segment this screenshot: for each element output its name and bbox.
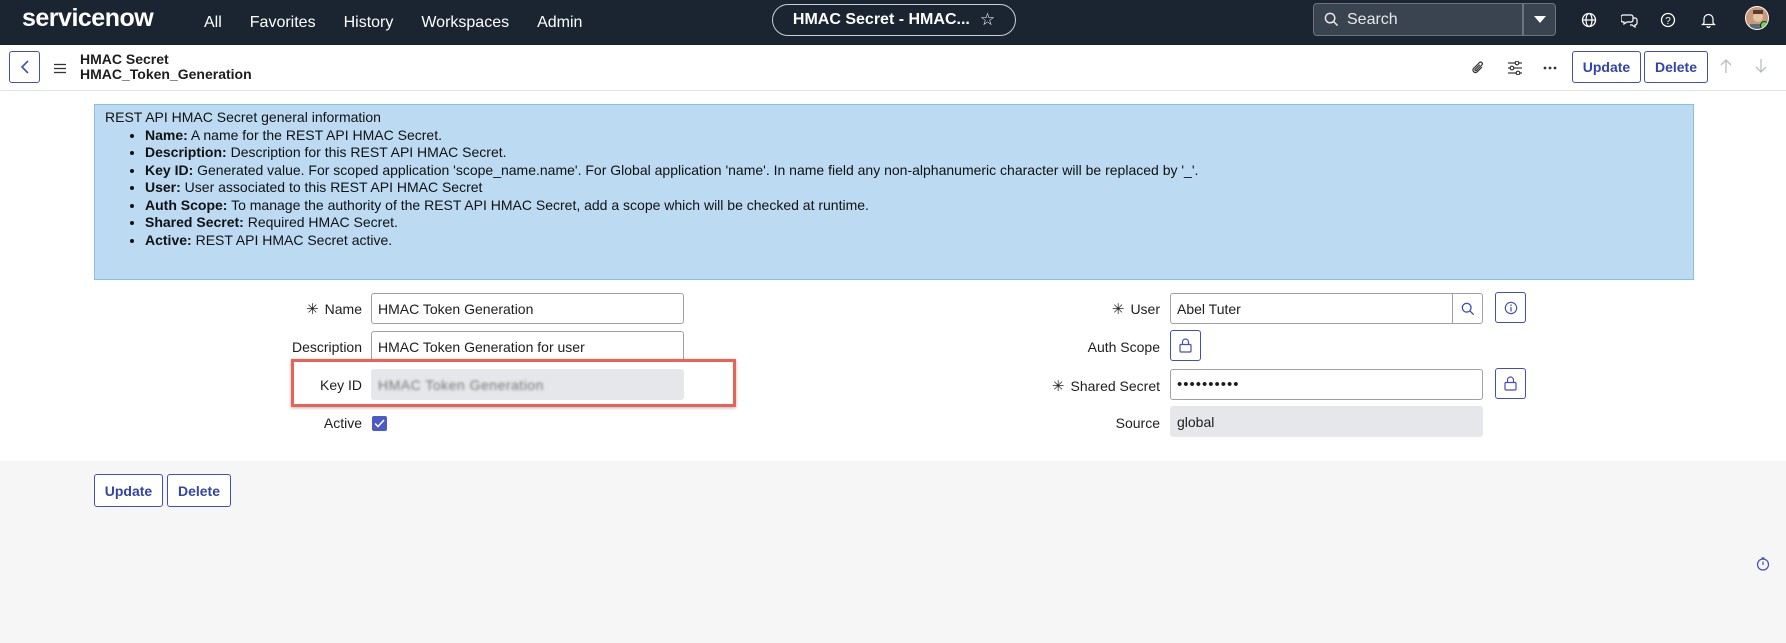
lock-icon xyxy=(1504,376,1517,391)
source-label: Source xyxy=(1115,415,1160,431)
nav-workspaces[interactable]: Workspaces xyxy=(421,14,509,32)
user-info-button[interactable] xyxy=(1495,292,1526,323)
shared-secret-unlock-button[interactable] xyxy=(1495,368,1526,399)
name-label: ✳ Name xyxy=(306,301,362,318)
info-list: Name: A name for the REST API HMAC Secre… xyxy=(105,127,1683,250)
bottom-update-button[interactable]: Update xyxy=(94,474,163,507)
online-status-dot xyxy=(1760,21,1768,29)
name-field[interactable]: HMAC Token Generation xyxy=(371,293,684,324)
globe-icon[interactable] xyxy=(1579,10,1599,30)
back-button[interactable] xyxy=(9,51,40,83)
info-heading: REST API HMAC Secret general information xyxy=(105,109,381,125)
info-item: Description: Description for this REST A… xyxy=(145,144,1683,162)
user-label: ✳ User xyxy=(1111,301,1160,318)
info-item: Auth Scope: To manage the authority of t… xyxy=(145,197,1683,215)
required-asterisk-icon: ✳ xyxy=(1051,378,1065,395)
user-field[interactable]: Abel Tuter xyxy=(1170,293,1453,324)
info-item: Active: REST API HMAC Secret active. xyxy=(145,232,1683,250)
checkmark-icon xyxy=(374,419,385,428)
nav-all[interactable]: All xyxy=(204,14,222,32)
required-asterisk-icon: ✳ xyxy=(1111,301,1125,318)
record-title: HMAC Secret HMAC_Token_Generation xyxy=(80,52,252,82)
top-nav: servicenow All Favorites History Workspa… xyxy=(0,0,1786,45)
bell-icon[interactable] xyxy=(1698,10,1718,30)
record-display-name: HMAC_Token_Generation xyxy=(80,66,252,82)
description-label: Description xyxy=(291,339,362,355)
servicenow-logo[interactable]: servicenow xyxy=(22,4,154,33)
caret-down-icon xyxy=(1533,15,1546,23)
chevron-left-icon xyxy=(20,60,29,74)
search-icon xyxy=(1461,302,1474,315)
nav-history[interactable]: History xyxy=(344,14,394,32)
info-item: Key ID: Generated value. For scoped appl… xyxy=(145,162,1683,180)
active-label: Active xyxy=(323,415,362,431)
update-button[interactable]: Update xyxy=(1572,51,1641,83)
info-icon xyxy=(1504,301,1517,314)
delete-button[interactable]: Delete xyxy=(1644,51,1708,83)
search-scope-dropdown[interactable] xyxy=(1523,3,1556,36)
previous-record-icon[interactable] xyxy=(1719,58,1735,76)
lock-icon xyxy=(1179,338,1192,353)
more-options-icon[interactable] xyxy=(1539,57,1561,79)
auth-scope-unlock-button[interactable] xyxy=(1170,330,1201,361)
auth-scope-label: Auth Scope xyxy=(1087,339,1160,355)
key-id-highlight-box xyxy=(291,359,736,407)
bottom-delete-button[interactable]: Delete xyxy=(167,474,231,507)
user-avatar[interactable] xyxy=(1745,6,1769,30)
context-title: HMAC Secret - HMAC... xyxy=(792,11,970,28)
next-record-icon[interactable] xyxy=(1754,58,1770,76)
active-checkbox[interactable] xyxy=(372,416,387,431)
help-icon[interactable]: ? xyxy=(1658,10,1678,30)
source-field: global xyxy=(1170,406,1483,437)
personalize-form-icon[interactable] xyxy=(1504,57,1526,79)
nav-favorites[interactable]: Favorites xyxy=(250,14,316,32)
context-title-pill[interactable]: HMAC Secret - HMAC... ☆ xyxy=(772,4,1016,36)
chat-icon[interactable] xyxy=(1619,10,1639,30)
response-time-icon[interactable] xyxy=(1756,557,1770,571)
required-asterisk-icon: ✳ xyxy=(306,301,319,318)
description-field[interactable]: HMAC Token Generation for user xyxy=(371,331,684,362)
shared-secret-field[interactable]: •••••••••• xyxy=(1170,369,1483,400)
record-table-name: HMAC Secret xyxy=(80,51,169,67)
svg-text:?: ? xyxy=(1665,16,1671,27)
global-search-input[interactable]: Search xyxy=(1313,3,1523,36)
info-item: Name: A name for the REST API HMAC Secre… xyxy=(145,127,1683,145)
info-item: Shared Secret: Required HMAC Secret. xyxy=(145,214,1683,232)
search-placeholder: Search xyxy=(1347,10,1398,28)
search-icon xyxy=(1324,12,1339,27)
context-menu-icon[interactable] xyxy=(54,61,66,74)
info-item: User: User associated to this REST API H… xyxy=(145,179,1683,197)
favorite-star-icon[interactable]: ☆ xyxy=(980,10,995,30)
info-annotation: REST API HMAC Secret general information… xyxy=(94,104,1694,280)
shared-secret-label: ✳ Shared Secret xyxy=(1051,378,1160,395)
nav-admin[interactable]: Admin xyxy=(537,14,582,32)
user-lookup-button[interactable] xyxy=(1452,293,1483,324)
nav-menu: All Favorites History Workspaces Admin xyxy=(204,0,582,45)
attachment-icon[interactable] xyxy=(1467,57,1489,79)
form-header: HMAC Secret HMAC_Token_Generation Update… xyxy=(0,45,1786,91)
